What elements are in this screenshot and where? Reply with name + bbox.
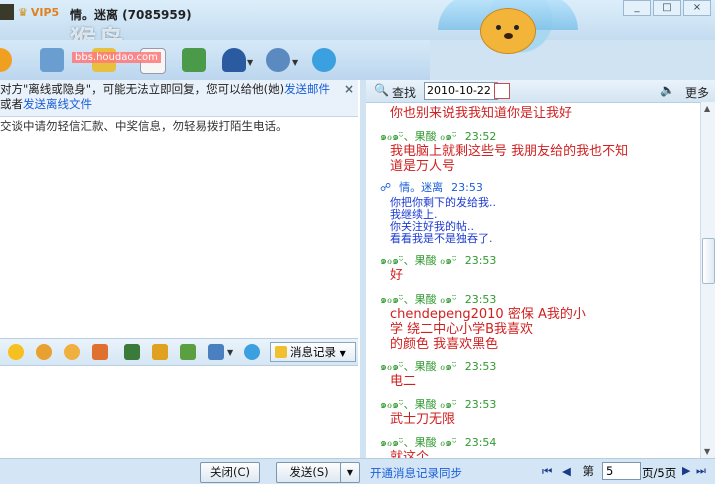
last-page-icon[interactable]: ⏭ (696, 464, 706, 478)
message-history: 你也别来说我我知道你是让我好 ๑ℴ๑ᵕ̈、果酸 ℴ๑ᵕ̈ 23:52 我电脑上就剩… (366, 102, 701, 458)
message-text: 武士刀无限 (390, 412, 456, 427)
send-bar: 关闭(C) 发送(S) ▼ (0, 458, 362, 484)
voice-icon[interactable] (40, 48, 64, 72)
chevron-down-icon[interactable]: ▼ (247, 58, 253, 67)
settings-icon[interactable] (266, 48, 290, 72)
message-record-button[interactable]: 消息记录 ▼ (270, 342, 356, 362)
wink-icon[interactable] (64, 344, 80, 360)
scissors-icon[interactable] (92, 344, 108, 360)
watermark-url: bbs.houdao.com (72, 52, 161, 63)
maximize-button[interactable]: □ (653, 0, 681, 16)
video-icon[interactable] (0, 48, 12, 72)
chevron-down-icon[interactable]: ▼ (227, 348, 233, 357)
pooh-eye (514, 25, 519, 30)
pager-controls: ⏮ ◀ 第 (542, 463, 594, 479)
close-chat-button[interactable]: 关闭(C) (200, 462, 260, 483)
minimize-button[interactable]: _ (623, 0, 651, 16)
music-icon[interactable] (152, 344, 168, 360)
history-toolbar: 🔍 查找 2010-10-22 🔈 更多 (366, 80, 715, 103)
message-text: 就这个 (390, 450, 430, 458)
first-page-icon[interactable]: ⏮ (542, 464, 552, 478)
message-header: ๑ℴ๑ᵕ̈、果酸 ℴ๑ᵕ̈ 23:53 (380, 293, 497, 306)
calendar-icon[interactable] (494, 83, 510, 99)
skype-icon[interactable] (244, 344, 260, 360)
message-text: 学 绕二中心小学B我喜欢 (390, 322, 534, 337)
scroll-up-icon[interactable]: ▲ (704, 104, 710, 113)
message-text: 你把你剩下的发给我.. (390, 196, 496, 209)
scroll-thumb[interactable] (702, 238, 715, 284)
message-header: ๑ℴ๑ᵕ̈、果酸 ℴ๑ᵕ̈ 23:53 (380, 360, 497, 373)
skype-icon[interactable] (312, 48, 336, 72)
chevron-down-icon: ▼ (339, 349, 346, 358)
history-panel: 🔍 查找 2010-10-22 🔈 更多 你也别来说我我知道你是让我好 ๑ℴ๑ᵕ… (366, 80, 715, 483)
sync-history-link[interactable]: 开通消息记录同步 (370, 465, 462, 481)
find-label[interactable]: 查找 (392, 84, 416, 101)
message-header: ๑ℴ๑ᵕ̈、果酸 ℴ๑ᵕ̈ 23:52 (380, 130, 497, 143)
screenshot-icon[interactable] (208, 344, 224, 360)
image-icon[interactable] (124, 344, 140, 360)
page-number-input[interactable]: 5 (602, 462, 641, 480)
send-offline-file-link[interactable]: 发送离线文件 (23, 97, 92, 111)
add-contact-icon[interactable] (182, 48, 206, 72)
message-text: 好 (390, 268, 404, 283)
message-input[interactable] (0, 366, 358, 458)
close-window-button[interactable]: × (683, 0, 711, 16)
pooh-nose (504, 33, 513, 39)
message-text: 我电脑上就剩这些号 我朋友给的我也不知 (390, 144, 629, 159)
page-total: 页/5页 (642, 466, 677, 480)
history-scrollbar[interactable]: ▲ ▼ (700, 102, 715, 458)
app-center-icon[interactable] (222, 48, 246, 72)
speaker-icon[interactable]: 🔈 (660, 83, 675, 97)
chevron-down-icon[interactable]: ▼ (292, 58, 298, 67)
send-mail-link[interactable]: 发送邮件 (284, 82, 330, 96)
gift-icon[interactable] (180, 344, 196, 360)
chat-toolbar: ▼ ▼ (0, 40, 430, 80)
next-page-icon[interactable]: ▶ (682, 464, 690, 477)
contact-avatar[interactable] (0, 4, 14, 20)
message-header: ๑ℴ๑ᵕ̈、果酸 ℴ๑ᵕ̈ 23:54 (380, 436, 497, 449)
scroll-down-icon[interactable]: ▼ (704, 447, 710, 456)
vip-badge[interactable]: ♛ VIP5 (18, 6, 59, 19)
prev-page-icon[interactable]: ◀ (562, 464, 571, 478)
search-icon[interactable]: 🔍 (374, 83, 389, 97)
more-button[interactable]: 更多 (685, 84, 709, 101)
send-button[interactable]: 发送(S) (276, 462, 342, 483)
offline-notice: 对方"离线或隐身"，可能无法立即回复，您可以给他(她)发送邮件 或者发送离线文件… (0, 80, 358, 117)
message-text: 你也别来说我我知道你是让我好 (390, 106, 573, 121)
message-header: ๑ℴ๑ᵕ̈、果酸 ℴ๑ᵕ̈ 23:53 (380, 398, 497, 411)
send-options-chevron-icon[interactable]: ▼ (340, 462, 360, 483)
magic-face-icon[interactable] (36, 344, 52, 360)
message-header: ๑ℴ๑ᵕ̈、果酸 ℴ๑ᵕ̈ 23:53 (380, 254, 497, 267)
emoticon-icon[interactable] (8, 344, 24, 360)
window-controls: _ □ × (623, 0, 711, 16)
message-text: 看看我是不是独吞了. (390, 232, 493, 245)
input-toolbar: ▼ 消息记录 ▼ (0, 338, 358, 366)
pooh-eye (496, 25, 501, 30)
date-input[interactable]: 2010-10-22 (424, 82, 498, 100)
pooh-face-icon (480, 8, 536, 54)
crown-icon: ♛ (18, 6, 28, 19)
pooh-skin-decoration (430, 0, 610, 80)
security-warning: 交谈中请勿轻信汇款、中奖信息，勿轻易拨打陌生电话。 (0, 119, 288, 133)
message-text: 道是万人号 (390, 159, 456, 174)
close-notice-icon[interactable]: × (344, 82, 354, 97)
message-text: 电二 (390, 374, 417, 389)
self-icon: ☍ (380, 181, 392, 194)
page-label: 第 (582, 464, 595, 478)
chat-panel: 对方"离线或隐身"，可能无法立即回复，您可以给他(她)发送邮件 或者发送离线文件… (0, 80, 360, 483)
message-text: 我继续上. (390, 208, 438, 221)
message-header: ☍ 情。迷离 23:53 (380, 181, 483, 194)
message-text: 的颜色 我喜欢黑色 (390, 337, 499, 352)
message-text: 你关注好我的帖.. (390, 220, 474, 233)
history-pager: 开通消息记录同步 ⏮ ◀ 第 5 页/5页 ▶ ⏭ (362, 458, 715, 484)
record-icon (275, 346, 287, 358)
message-text: chendepeng2010 密保 A我的小 (390, 307, 586, 322)
